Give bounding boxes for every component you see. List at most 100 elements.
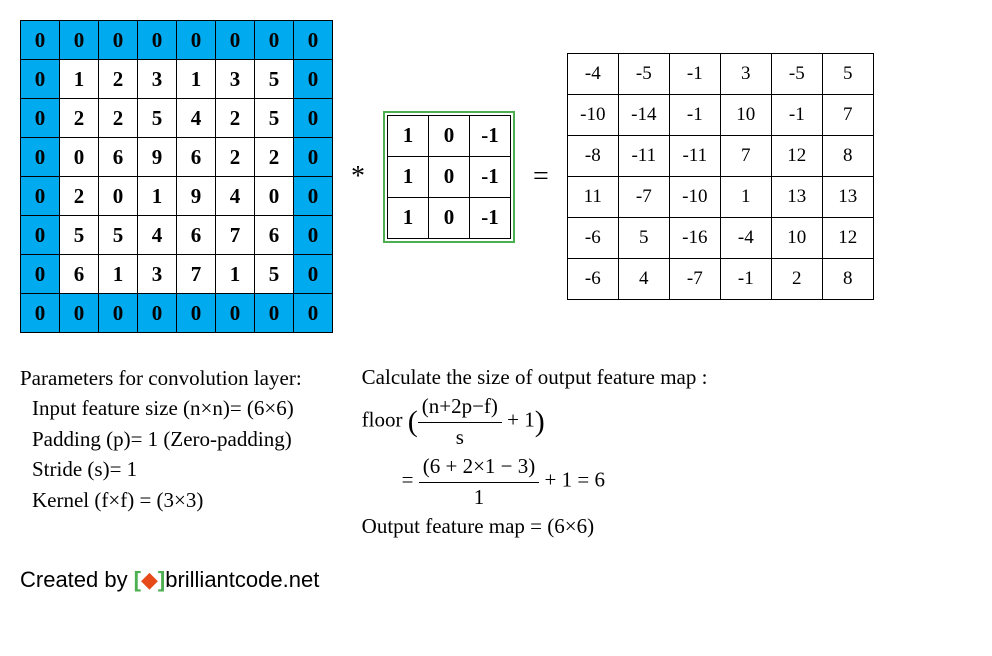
input-cell: 9	[138, 138, 177, 177]
site-name: brilliantcode.net	[165, 567, 319, 592]
kernel-matrix: 10-110-110-1	[387, 115, 511, 239]
output-cell: 1	[720, 177, 771, 218]
output-cell: -4	[567, 54, 618, 95]
calc-formula: floor ( (n+2p−f) s + 1)	[362, 392, 708, 452]
input-cell: 0	[177, 294, 216, 333]
output-cell: -16	[669, 218, 720, 259]
result: + 1 = 6	[545, 468, 605, 492]
input-cell: 0	[99, 21, 138, 60]
input-cell: 0	[294, 138, 333, 177]
value-num: (6 + 2×1 − 3)	[419, 452, 540, 482]
input-cell: 0	[216, 21, 255, 60]
input-cell: 0	[21, 138, 60, 177]
output-cell: 13	[822, 177, 873, 218]
output-cell: 7	[822, 95, 873, 136]
kernel-cell: 0	[429, 156, 470, 197]
input-cell: 0	[21, 177, 60, 216]
output-cell: -10	[567, 95, 618, 136]
formula-den: s	[418, 423, 502, 452]
output-cell: 10	[771, 218, 822, 259]
input-cell: 1	[99, 255, 138, 294]
input-cell: 0	[21, 60, 60, 99]
kernel-cell: -1	[470, 115, 511, 156]
input-cell: 5	[138, 99, 177, 138]
input-cell: 2	[216, 99, 255, 138]
calc-title: Calculate the size of output feature map…	[362, 363, 708, 392]
output-cell: 12	[771, 136, 822, 177]
input-cell: 2	[216, 138, 255, 177]
calc-values: = (6 + 2×1 − 3) 1 + 1 = 6	[362, 452, 708, 512]
input-cell: 0	[294, 255, 333, 294]
input-cell: 5	[255, 60, 294, 99]
input-cell: 2	[60, 99, 99, 138]
input-cell: 2	[60, 177, 99, 216]
input-cell: 0	[60, 294, 99, 333]
output-cell: -1	[669, 95, 720, 136]
input-cell: 0	[255, 177, 294, 216]
input-cell: 0	[60, 21, 99, 60]
input-cell: 0	[177, 21, 216, 60]
bracket-open: [	[134, 567, 141, 592]
output-cell: 13	[771, 177, 822, 218]
params-title: Parameters for convolution layer:	[20, 363, 302, 393]
input-cell: 0	[60, 138, 99, 177]
formula-num: (n+2p−f)	[418, 392, 502, 422]
output-cell: -8	[567, 136, 618, 177]
kernel-cell: 0	[429, 115, 470, 156]
output-cell: 3	[720, 54, 771, 95]
output-cell: 5	[822, 54, 873, 95]
input-cell: 6	[255, 216, 294, 255]
input-cell: 6	[60, 255, 99, 294]
input-cell: 6	[177, 216, 216, 255]
output-cell: 8	[822, 259, 873, 300]
output-cell: -14	[618, 95, 669, 136]
input-cell: 3	[138, 60, 177, 99]
output-cell: -5	[618, 54, 669, 95]
output-cell: 12	[822, 218, 873, 259]
input-cell: 4	[177, 99, 216, 138]
input-cell: 0	[294, 177, 333, 216]
input-cell: 0	[255, 294, 294, 333]
equals-operator: =	[525, 161, 557, 193]
input-cell: 3	[216, 60, 255, 99]
kernel-cell: 1	[388, 115, 429, 156]
value-fraction: (6 + 2×1 − 3) 1	[419, 452, 540, 512]
input-cell: 0	[138, 294, 177, 333]
input-cell: 0	[21, 255, 60, 294]
param-input: Input feature size (n×n)= (6×6)	[20, 393, 302, 423]
parameters-block: Parameters for convolution layer: Input …	[20, 363, 302, 541]
input-cell: 2	[255, 138, 294, 177]
kernel-border: 10-110-110-1	[383, 111, 515, 243]
output-cell: -5	[771, 54, 822, 95]
param-padding: Padding (p)= 1 (Zero-padding)	[20, 424, 302, 454]
floor-label: floor	[362, 408, 403, 432]
input-cell: 5	[99, 216, 138, 255]
input-cell: 0	[99, 177, 138, 216]
diamond-icon: ◆	[141, 567, 158, 592]
output-cell: 4	[618, 259, 669, 300]
input-cell: 1	[216, 255, 255, 294]
output-cell: -10	[669, 177, 720, 218]
created-prefix: Created by	[20, 567, 128, 593]
input-cell: 2	[99, 60, 138, 99]
input-cell: 0	[216, 294, 255, 333]
eq-sign: =	[402, 468, 414, 492]
input-cell: 0	[99, 294, 138, 333]
input-cell: 4	[216, 177, 255, 216]
input-matrix: 0000000001231350022542500069622002019400…	[20, 20, 333, 333]
kernel-cell: 0	[429, 197, 470, 238]
param-stride: Stride (s)= 1	[20, 454, 302, 484]
explanation-row: Parameters for convolution layer: Input …	[20, 363, 972, 541]
input-cell: 3	[138, 255, 177, 294]
output-cell: 2	[771, 259, 822, 300]
output-cell: 7	[720, 136, 771, 177]
convolution-diagram: 0000000001231350022542500069622002019400…	[20, 20, 972, 333]
kernel-cell: -1	[470, 156, 511, 197]
open-paren: (	[408, 405, 418, 438]
close-paren: )	[535, 405, 545, 438]
input-cell: 0	[294, 216, 333, 255]
input-cell: 5	[60, 216, 99, 255]
conv-operator: *	[343, 161, 373, 193]
output-cell: -4	[720, 218, 771, 259]
input-cell: 1	[177, 60, 216, 99]
